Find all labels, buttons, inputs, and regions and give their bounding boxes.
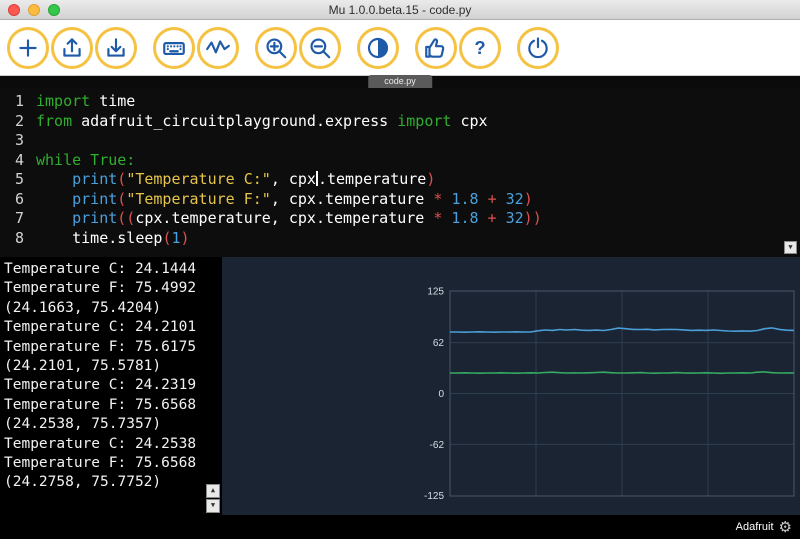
line-number: 6 bbox=[0, 190, 36, 210]
scroll-down-icon: ▼ bbox=[211, 496, 215, 515]
repl-icon bbox=[161, 35, 187, 61]
console-line: Temperature F: 75.6568 bbox=[4, 454, 222, 473]
line-number: 7 bbox=[0, 209, 36, 229]
code-line: 3 bbox=[0, 131, 800, 151]
toolbar-help-button[interactable]: ? bbox=[459, 27, 501, 69]
toolbar-zoom-out-button[interactable] bbox=[299, 27, 341, 69]
y-axis-tick-label: 0 bbox=[438, 389, 444, 400]
console-line: Temperature C: 24.2538 bbox=[4, 435, 222, 454]
y-axis-tick-label: -125 bbox=[424, 491, 444, 501]
code-text: import time bbox=[36, 92, 135, 112]
minimize-window-button[interactable] bbox=[28, 4, 40, 16]
toolbar-theme-button[interactable] bbox=[357, 27, 399, 69]
console-line: Temperature C: 24.2319 bbox=[4, 376, 222, 395]
console-line: (24.1663, 75.4204) bbox=[4, 299, 222, 318]
console-lines: Temperature C: 24.1444Temperature F: 75.… bbox=[4, 260, 222, 493]
toolbar-plotter-button[interactable] bbox=[197, 27, 239, 69]
code-line: 1import time bbox=[0, 92, 800, 112]
plotter-chart: 125 62 0 -62 -125 bbox=[404, 285, 800, 506]
adafruit-brand-label: Adafruit bbox=[736, 521, 774, 533]
check-icon bbox=[423, 35, 449, 61]
tab-bar: code.py bbox=[0, 76, 800, 88]
tab-code-py[interactable]: code.py bbox=[368, 75, 432, 88]
code-lines: 1import time2from adafruit_circuitplaygr… bbox=[0, 92, 800, 248]
toolbar-save-button[interactable] bbox=[95, 27, 137, 69]
toolbar-repl-button[interactable] bbox=[153, 27, 195, 69]
line-number: 4 bbox=[0, 151, 36, 171]
status-bar: Adafruit ⚙ bbox=[0, 515, 800, 539]
svg-text:?: ? bbox=[474, 36, 485, 57]
code-text: while True: bbox=[36, 151, 135, 171]
toolbar-load-button[interactable] bbox=[51, 27, 93, 69]
code-line: 8 time.sleep(1) bbox=[0, 229, 800, 249]
chart-svg: 125 62 0 -62 -125 bbox=[404, 285, 800, 501]
code-text: time.sleep(1) bbox=[36, 229, 190, 249]
console-line: (24.2758, 75.7752) bbox=[4, 473, 222, 492]
save-icon bbox=[103, 35, 129, 61]
console-line: Temperature C: 24.1444 bbox=[4, 260, 222, 279]
mu-window: Mu 1.0.0.beta.15 - code.py ? code.py 1im… bbox=[0, 0, 800, 539]
code-text: print((cpx.temperature, cpx.temperature … bbox=[36, 209, 542, 229]
close-window-button[interactable] bbox=[8, 4, 20, 16]
line-number: 5 bbox=[0, 170, 36, 190]
zoom-window-button[interactable] bbox=[48, 4, 60, 16]
serial-console[interactable]: Temperature C: 24.1444Temperature F: 75.… bbox=[0, 257, 222, 515]
toolbar-check-button[interactable] bbox=[415, 27, 457, 69]
scroll-down-icon: ▼ bbox=[788, 238, 792, 257]
code-text: print("Temperature C:", cpx.temperature) bbox=[36, 170, 435, 190]
code-line: 2from adafruit_circuitplayground.express… bbox=[0, 112, 800, 132]
plotter-icon bbox=[205, 35, 231, 61]
code-line: 6 print("Temperature F:", cpx.temperatur… bbox=[0, 190, 800, 210]
help-icon: ? bbox=[467, 35, 493, 61]
console-line: (24.2101, 75.5781) bbox=[4, 357, 222, 376]
y-axis-tick-label: 125 bbox=[427, 287, 444, 298]
code-line: 4while True: bbox=[0, 151, 800, 171]
line-number: 1 bbox=[0, 92, 36, 112]
console-line: (24.2538, 75.7357) bbox=[4, 415, 222, 434]
editor-scrollbar-button[interactable]: ▼ bbox=[784, 241, 797, 254]
toolbar-new-button[interactable] bbox=[7, 27, 49, 69]
console-line: Temperature C: 24.2101 bbox=[4, 318, 222, 337]
toolbar: ? bbox=[0, 20, 800, 76]
gear-icon: ⚙ bbox=[779, 520, 792, 535]
window-title: Mu 1.0.0.beta.15 - code.py bbox=[329, 3, 472, 17]
code-text: from adafruit_circuitplayground.express … bbox=[36, 112, 488, 132]
console-scrollbar: ▲ ▼ bbox=[206, 484, 220, 513]
zoom-in-icon bbox=[263, 35, 289, 61]
zoom-out-icon bbox=[307, 35, 333, 61]
console-line: Temperature F: 75.4992 bbox=[4, 279, 222, 298]
line-number: 2 bbox=[0, 112, 36, 132]
code-editor[interactable]: 1import time2from adafruit_circuitplaygr… bbox=[0, 88, 800, 257]
code-text: print("Temperature F:", cpx.temperature … bbox=[36, 190, 533, 210]
console-scroll-down-button[interactable]: ▼ bbox=[206, 499, 220, 513]
toolbar-zoom-in-button[interactable] bbox=[255, 27, 297, 69]
traffic-lights bbox=[8, 4, 60, 16]
plotter-pane: 125 62 0 -62 -125 bbox=[222, 257, 800, 515]
line-number: 8 bbox=[0, 229, 36, 249]
y-axis-tick-label: -62 bbox=[430, 440, 445, 451]
code-line: 5 print("Temperature C:", cpx.temperatur… bbox=[0, 170, 800, 190]
line-number: 3 bbox=[0, 131, 36, 151]
console-line: Temperature F: 75.6175 bbox=[4, 338, 222, 357]
title-bar: Mu 1.0.0.beta.15 - code.py bbox=[0, 0, 800, 20]
code-line: 7 print((cpx.temperature, cpx.temperatur… bbox=[0, 209, 800, 229]
quit-icon bbox=[525, 35, 551, 61]
toolbar-quit-button[interactable] bbox=[517, 27, 559, 69]
bottom-panes: Temperature C: 24.1444Temperature F: 75.… bbox=[0, 257, 800, 515]
theme-icon bbox=[365, 35, 391, 61]
load-icon bbox=[59, 35, 85, 61]
new-icon bbox=[15, 35, 41, 61]
y-axis-tick-label: 62 bbox=[433, 338, 445, 349]
console-line: Temperature F: 75.6568 bbox=[4, 396, 222, 415]
